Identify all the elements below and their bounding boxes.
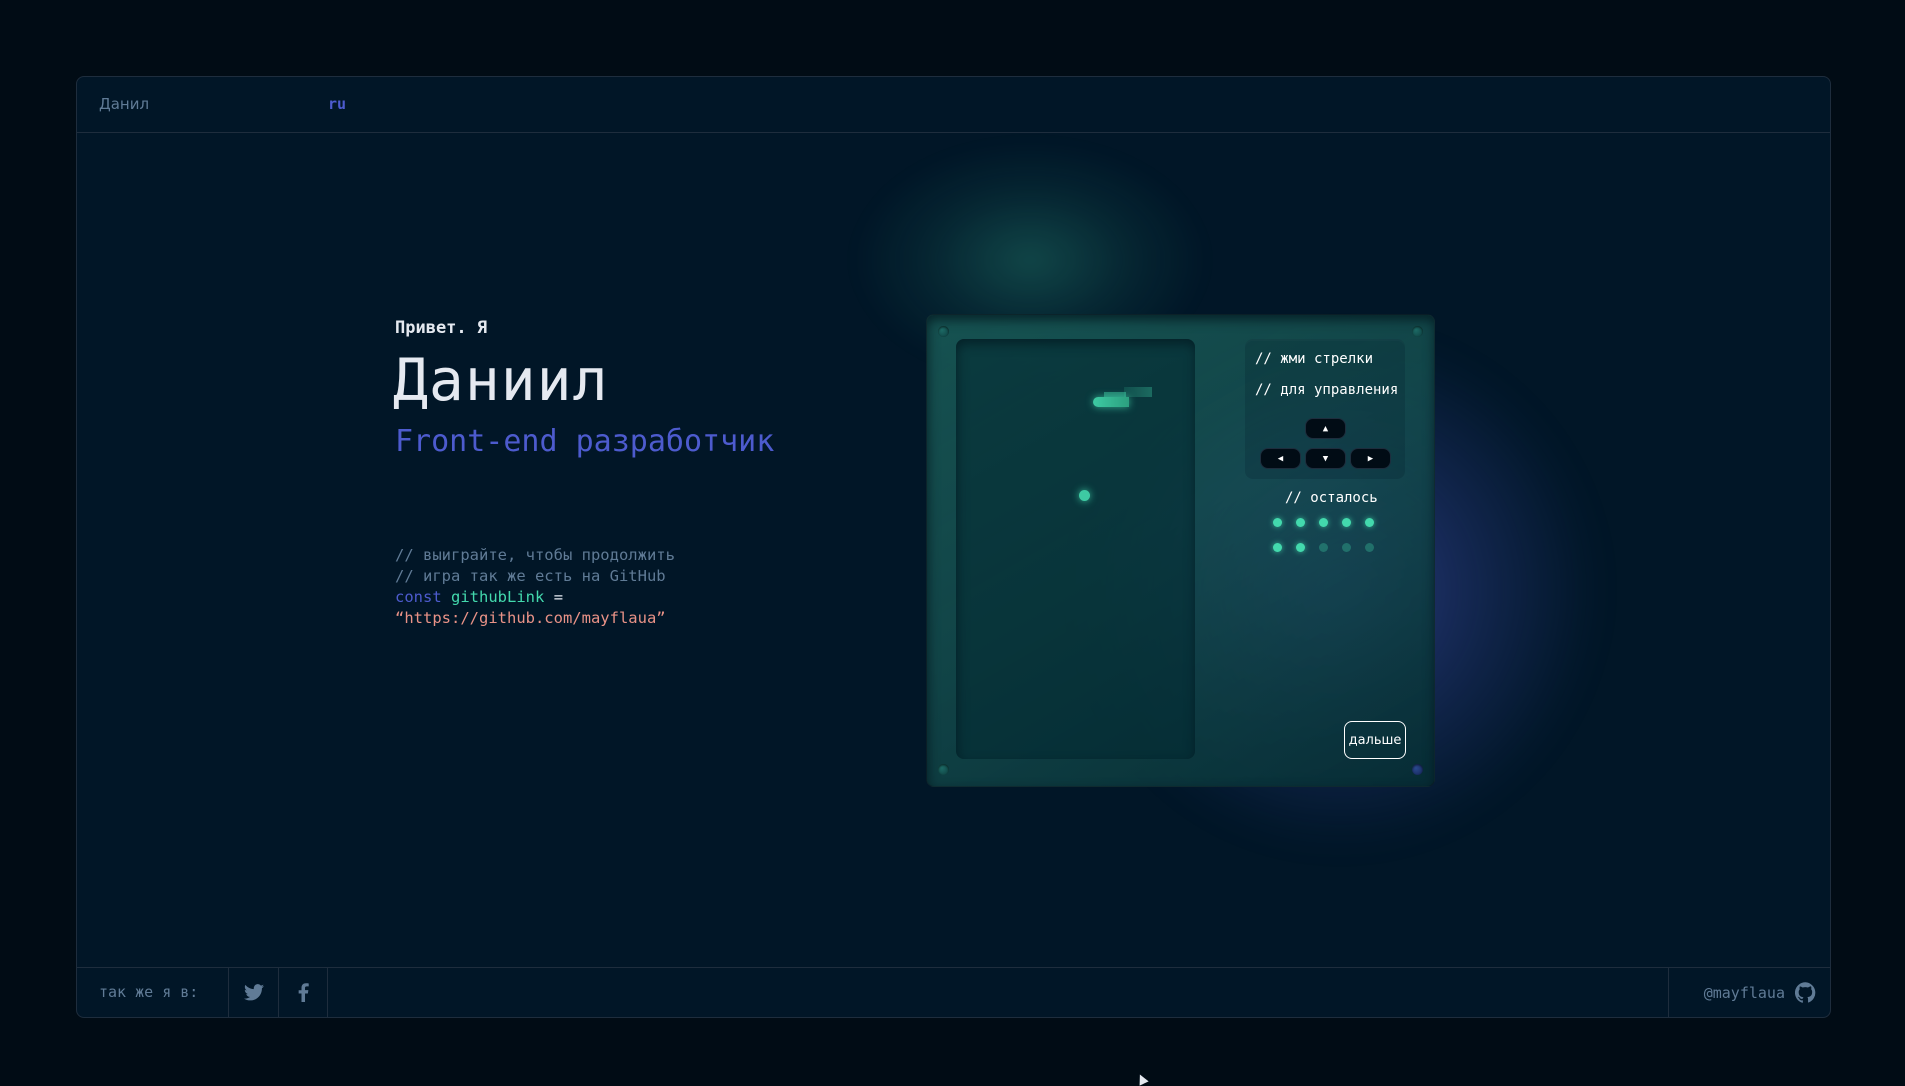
food-remaining-dot	[1342, 518, 1351, 527]
code-comment: // выиграйте, чтобы продолжить	[395, 546, 675, 564]
arrow-down-key[interactable]: ▼	[1305, 448, 1346, 469]
food-remaining-dot	[1365, 518, 1374, 527]
github-icon	[1795, 982, 1816, 1003]
food-remaining-dot	[1273, 518, 1282, 527]
food-remaining-dot	[1319, 518, 1328, 527]
food-remaining-dot	[1296, 543, 1305, 552]
hero-role: Front-end разработчик	[395, 424, 775, 459]
mouse-cursor-icon	[1135, 1072, 1149, 1086]
twitter-link[interactable]	[228, 968, 278, 1017]
code-operator: =	[553, 588, 564, 606]
header: Данил ru	[77, 77, 1830, 133]
language-switch[interactable]: ru	[328, 95, 346, 113]
footer: так же я в: @mayflaua	[77, 967, 1830, 1017]
snake-tail	[1124, 387, 1152, 397]
next-button[interactable]: дальше	[1344, 721, 1406, 759]
brand-name: Данил	[99, 95, 150, 113]
arrow-left-key[interactable]: ◀	[1260, 448, 1301, 469]
food-remaining-dot	[1342, 543, 1351, 552]
controls-hint: // жми стрелки	[1255, 351, 1374, 367]
arrow-right-key[interactable]: ▶	[1350, 448, 1391, 469]
screw-icon	[1412, 326, 1423, 337]
food-remaining-dot	[1296, 518, 1305, 527]
food-remaining-label: // осталось	[1285, 490, 1378, 506]
code-variable: githubLink	[451, 588, 545, 606]
facebook-icon	[298, 983, 309, 1002]
food-remaining-dot	[1273, 543, 1282, 552]
footer-label: так же я в:	[99, 983, 199, 1001]
controls-panel: // жми стрелки // для управления ▲ ◀ ▼ ▶	[1245, 339, 1405, 479]
food-remaining-dot	[1319, 543, 1328, 552]
code-line: const githubLink =	[395, 587, 675, 608]
game-field[interactable]	[956, 339, 1195, 759]
code-keyword: const	[395, 588, 442, 606]
twitter-icon	[243, 984, 264, 1001]
github-handle: @mayflaua	[1703, 983, 1785, 1002]
github-url[interactable]: “https://github.com/mayflaua”	[395, 608, 675, 629]
screw-icon	[1412, 764, 1423, 775]
controls-hint: // для управления	[1255, 382, 1399, 398]
food-dot	[1079, 490, 1090, 501]
facebook-link[interactable]	[278, 968, 328, 1017]
greeting: Привет. Я	[395, 318, 488, 338]
github-link[interactable]: @mayflaua	[1668, 968, 1830, 1017]
screw-icon	[938, 326, 949, 337]
code-comment: // игра так же есть на GitHub	[395, 567, 666, 585]
snake-game-board: // жми стрелки // для управления ▲ ◀ ▼ ▶…	[926, 314, 1435, 787]
code-snippet: // выиграйте, чтобы продолжить // игра т…	[395, 545, 675, 629]
screw-icon	[938, 764, 949, 775]
arrow-up-key[interactable]: ▲	[1305, 418, 1346, 439]
food-remaining-dot	[1365, 543, 1374, 552]
snake-head	[1093, 397, 1129, 407]
hero-name: Даниил	[393, 346, 609, 414]
